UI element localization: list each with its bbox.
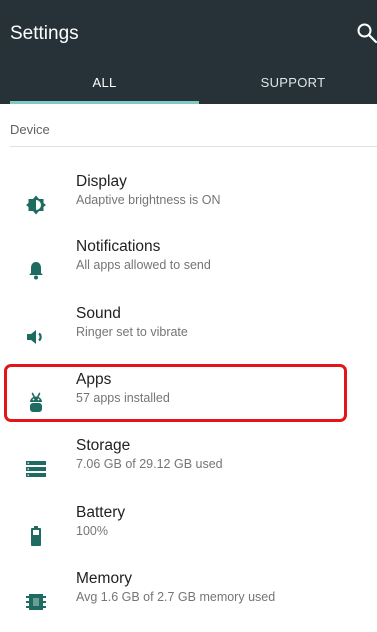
- settings-item-label: Notifications: [76, 238, 161, 255]
- settings-item-label: Sound: [76, 305, 121, 322]
- tab-support[interactable]: SUPPORT: [199, 68, 377, 104]
- settings-item-label: Memory: [76, 570, 132, 587]
- tab-indicator: [10, 101, 199, 104]
- page-title: Settings: [10, 23, 79, 44]
- settings-item-summary: Avg 1.6 GB of 2.7 GB memory used: [76, 590, 276, 604]
- tab-support-label: SUPPORT: [260, 75, 326, 90]
- settings-item-display[interactable]: Display Adaptive brightness is ON: [0, 173, 377, 235]
- section-divider: [10, 146, 377, 147]
- storage-icon: [24, 457, 48, 481]
- memory-icon: [24, 590, 48, 614]
- tab-all-label: ALL: [92, 75, 117, 90]
- settings-item-label: Storage: [76, 437, 131, 454]
- app-bar: Settings ALL SUPPORT: [0, 0, 377, 104]
- settings-item-storage[interactable]: Storage 7.06 GB of 29.12 GB used: [0, 437, 377, 499]
- section-header-device: Device: [10, 122, 50, 137]
- search-icon[interactable]: [356, 22, 377, 44]
- settings-item-memory[interactable]: Memory Avg 1.6 GB of 2.7 GB memory used: [0, 570, 377, 632]
- settings-item-summary: Adaptive brightness is ON: [76, 193, 221, 207]
- highlight-box: [4, 364, 347, 422]
- settings-item-sound[interactable]: Sound Ringer set to vibrate: [0, 305, 377, 367]
- tab-all[interactable]: ALL: [10, 68, 199, 104]
- settings-item-label: Battery: [76, 504, 126, 521]
- settings-item-summary: Ringer set to vibrate: [76, 325, 188, 339]
- brightness-icon: [24, 193, 48, 217]
- settings-item-label: Display: [76, 173, 127, 190]
- settings-item-battery[interactable]: Battery 100%: [0, 504, 377, 566]
- bell-icon: [24, 258, 48, 282]
- settings-item-summary: All apps allowed to send: [76, 258, 211, 272]
- settings-item-notifications[interactable]: Notifications All apps allowed to send: [0, 238, 377, 300]
- volume-icon: [24, 325, 48, 349]
- battery-icon: [24, 524, 48, 548]
- settings-item-summary: 7.06 GB of 29.12 GB used: [76, 457, 223, 471]
- settings-item-summary: 100%: [76, 524, 108, 538]
